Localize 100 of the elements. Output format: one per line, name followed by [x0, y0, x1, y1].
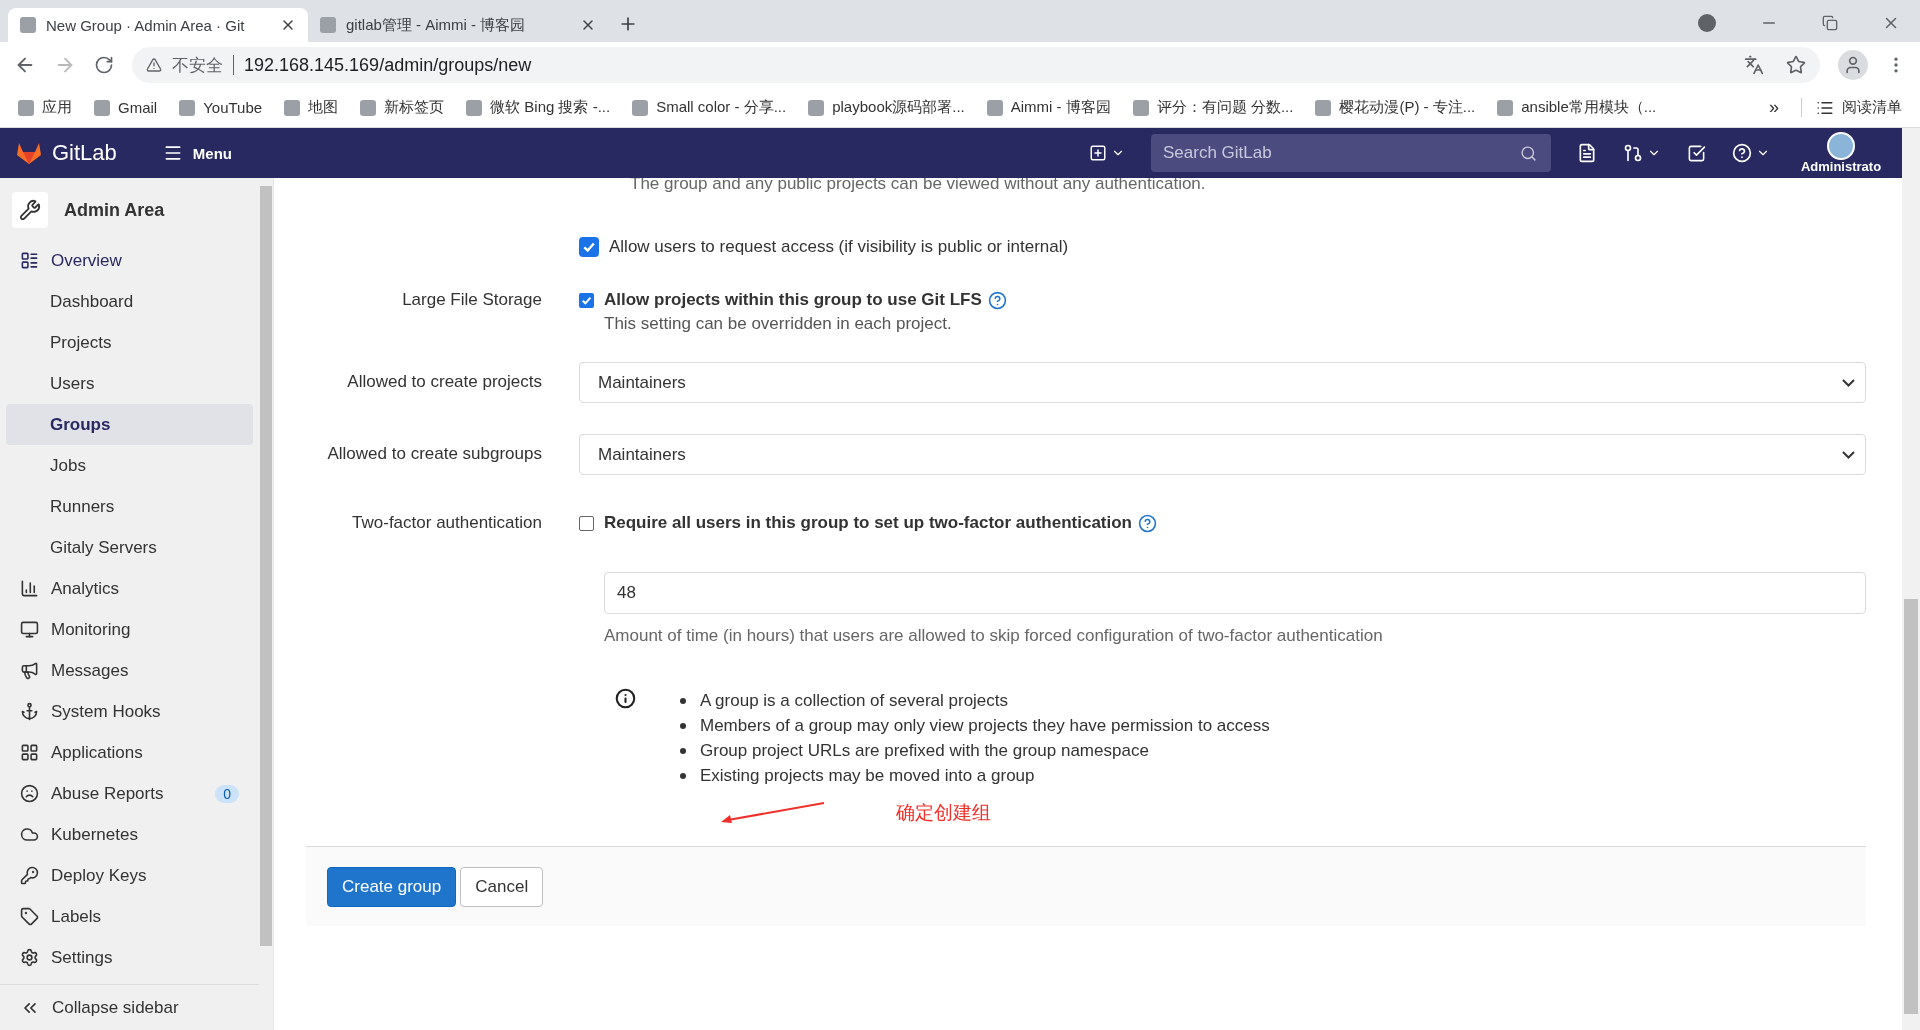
search-icon[interactable]: [1520, 144, 1537, 162]
profile-avatar[interactable]: [1838, 50, 1868, 80]
sidebar-item[interactable]: Messages: [6, 650, 253, 691]
sidebar-item[interactable]: Labels: [6, 896, 253, 937]
sidebar-item[interactable]: Gitaly Servers: [6, 527, 253, 568]
sidebar-item[interactable]: Settings: [6, 937, 253, 978]
sidebar-item[interactable]: Abuse Reports 0: [6, 773, 253, 814]
bookmark[interactable]: Small color - 分享...: [632, 98, 787, 117]
info-list-item: Group project URLs are prefixed with the group namespace: [700, 740, 1149, 762]
bookmark[interactable]: Aimmi - 博客园: [986, 98, 1111, 117]
url-text: 192.168.145.169/admin/groups/new: [244, 54, 532, 76]
sidebar-item[interactable]: Analytics: [6, 568, 253, 609]
sidebar-item[interactable]: Monitoring: [6, 609, 253, 650]
new-item-icon[interactable]: [1089, 144, 1125, 162]
site-icon: [20, 17, 36, 33]
input-field[interactable]: 48: [604, 572, 1866, 614]
bookmark[interactable]: 应用: [18, 98, 72, 117]
todo-icon[interactable]: [1687, 143, 1706, 163]
help-icon[interactable]: [1732, 143, 1770, 163]
sidebar-item[interactable]: Dashboard: [6, 281, 253, 322]
tag-icon: [20, 907, 39, 926]
sidebar-item[interactable]: Overview: [6, 240, 253, 281]
bookmark[interactable]: Gmail: [94, 99, 158, 116]
field-label: Allowed to create projects: [346, 371, 542, 393]
reading-list[interactable]: 阅读清单: [1801, 98, 1902, 117]
field-label: Two-factor authentication: [351, 512, 542, 534]
checkbox-label: Allow users to request access (if visibility is public or internal): [609, 236, 1069, 258]
scrollbar-thumb[interactable]: [260, 186, 272, 946]
chevron-down-icon: [1842, 378, 1855, 387]
address-field[interactable]: 不安全 192.168.145.169/admin/groups/new: [132, 47, 1820, 83]
cancel-button[interactable]: Cancel: [460, 866, 544, 907]
user-menu[interactable]: Administrato: [1796, 132, 1886, 174]
checkbox[interactable]: [579, 292, 594, 308]
annotation-text: 确定创建组: [896, 801, 991, 825]
sidebar-item[interactable]: Deploy Keys: [6, 855, 253, 896]
fox-logo-icon: [16, 141, 42, 165]
issues-icon[interactable]: [1577, 143, 1597, 163]
sidebar-item[interactable]: Runners: [6, 486, 253, 527]
translate-icon[interactable]: [1744, 55, 1764, 75]
create-group-button[interactable]: Create group: [327, 866, 457, 907]
merge-request-icon[interactable]: [1623, 143, 1661, 163]
cloud-icon: [20, 825, 39, 844]
select-field[interactable]: Maintainers: [579, 362, 1866, 403]
collapse-sidebar-button[interactable]: Collapse sidebar: [0, 984, 259, 1030]
checkbox-label: Require all users in this group to set up two-factor authentication: [604, 512, 1132, 534]
key-icon: [20, 866, 39, 885]
field-label: Large File Storage: [401, 289, 542, 311]
help-text: Amount of time (in hours) that users are allowed to skip forced configuration of two-factor authentication: [604, 625, 1384, 647]
warning-icon: [146, 57, 162, 73]
bookmark[interactable]: 评分：有问题 分数...: [1132, 98, 1294, 117]
sad-face-icon: [20, 784, 39, 803]
count-badge: 0: [215, 784, 239, 803]
info-list-item: Existing projects may be moved into a group: [700, 765, 1035, 787]
bullet-icon: [680, 747, 686, 754]
field-label: Allowed to create subgroups: [326, 443, 542, 465]
bullet-icon: [680, 722, 686, 729]
site-icon: [320, 17, 336, 33]
sidebar-item[interactable]: Jobs: [6, 445, 253, 486]
restore-icon[interactable]: [1822, 15, 1838, 31]
info-icon: [615, 688, 636, 709]
scrollbar-thumb[interactable]: [1904, 599, 1918, 1014]
reload-icon[interactable]: [94, 55, 114, 75]
info-list-item: Members of a group may only view projects they have permission to access: [700, 715, 1270, 737]
menu-button[interactable]: Menu: [156, 142, 238, 164]
bookmark[interactable]: 地图: [284, 98, 339, 117]
megaphone-icon: [20, 661, 39, 680]
bookmark[interactable]: 微软 Bing 搜索 -...: [466, 98, 611, 117]
help-text: This setting can be overridden in each project.: [604, 313, 953, 335]
info-list-item: A group is a collection of several projects: [700, 690, 1009, 712]
bookmark[interactable]: playbook源码部署...: [808, 98, 965, 117]
bookmark[interactable]: YouTube: [179, 99, 263, 116]
bookmark[interactable]: 樱花动漫(P) - 专注...: [1315, 98, 1476, 117]
sidebar-item[interactable]: Applications: [6, 732, 253, 773]
checkbox[interactable]: [579, 237, 599, 257]
sidebar-title: Admin Area: [64, 199, 165, 221]
search-field[interactable]: Search GitLab: [1151, 134, 1551, 172]
checkbox-label: Allow projects within this group to use Git LFS: [604, 289, 982, 311]
more-bookmarks[interactable]: »: [1769, 97, 1779, 118]
wrench-icon: [12, 192, 48, 228]
bullet-icon: [680, 697, 686, 704]
browser-tab[interactable]: gitlab管理 - Aimmi - 博客园: [308, 8, 608, 42]
sidebar-item[interactable]: System Hooks: [6, 691, 253, 732]
bookmark[interactable]: 新标签页: [360, 98, 445, 117]
chevron-down-icon: [1842, 450, 1855, 459]
sidebar-item[interactable]: Groups: [6, 404, 253, 445]
bookmark[interactable]: ansible常用模块（...: [1497, 98, 1657, 117]
grid-icon: [20, 743, 39, 762]
monitor-icon: [20, 620, 39, 639]
browser-tab[interactable]: New Group · Admin Area · Git: [8, 8, 308, 42]
security-label: 不安全: [172, 54, 223, 77]
sidebar-item[interactable]: Projects: [6, 322, 253, 363]
star-icon[interactable]: [1786, 55, 1806, 75]
sidebar-item[interactable]: Kubernetes: [6, 814, 253, 855]
brand-name: GitLab: [52, 140, 117, 166]
checkbox[interactable]: [579, 515, 594, 531]
bar-chart-icon: [20, 579, 39, 598]
sidebar-item[interactable]: Users: [6, 363, 253, 404]
select-field[interactable]: Maintainers: [579, 434, 1866, 475]
settings-icon: [20, 948, 39, 967]
bullet-icon: [680, 772, 686, 779]
